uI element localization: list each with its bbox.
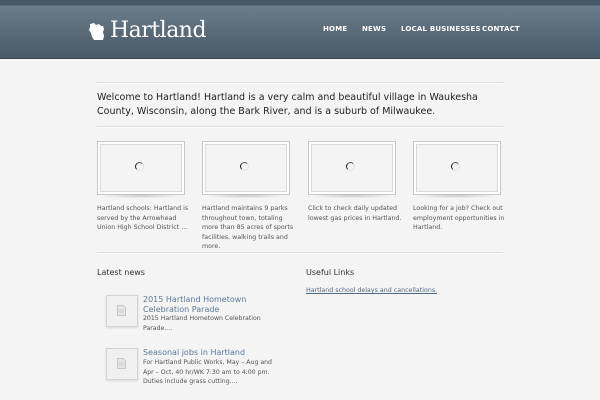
welcome-text: Welcome to Hartland! Hartland is a very … xyxy=(97,92,478,117)
news-excerpt: 2015 Hartland Hometown Celebration Parad… xyxy=(143,315,261,332)
thumbnail-shadow xyxy=(417,194,497,198)
nav-news[interactable]: NEWS xyxy=(362,25,386,33)
news-thumbnail[interactable] xyxy=(106,295,138,327)
thumbnail-shadow xyxy=(101,194,181,198)
useful-link-school-delays[interactable]: Hartland school delays and cancellations… xyxy=(306,287,437,294)
divider xyxy=(97,82,503,84)
feature-thumbnail-jobs[interactable] xyxy=(413,141,501,198)
loading-spinner-icon xyxy=(240,162,249,171)
main-nav: HOME NEWS LOCAL BUSINESSES CONTACT xyxy=(0,25,600,37)
nav-home[interactable]: HOME xyxy=(323,25,347,33)
thumbnail-shadow xyxy=(312,194,392,198)
useful-links-heading: Useful Links xyxy=(306,268,355,277)
feature-caption-gas-prices: Click to check daily updated lowest gas … xyxy=(308,205,402,222)
feature-thumbnail-parks[interactable] xyxy=(202,141,290,198)
news-thumbnail[interactable] xyxy=(106,348,138,380)
news-excerpt: For Hartland Public Works, May – Aug and… xyxy=(143,359,272,385)
document-icon xyxy=(117,305,126,316)
feature-thumbnail-schools[interactable] xyxy=(97,141,185,198)
feature-caption-schools: Hartland schools: Hartland is served by … xyxy=(97,205,189,231)
feature-caption-jobs: Looking for a job? Check out employment … xyxy=(413,205,505,231)
latest-news-heading: Latest news xyxy=(97,268,145,277)
loading-spinner-icon xyxy=(135,162,144,171)
divider xyxy=(97,252,503,254)
feature-thumbnail-gas-prices[interactable] xyxy=(308,141,396,198)
nav-contact[interactable]: CONTACT xyxy=(482,25,520,33)
nav-local-businesses[interactable]: LOCAL BUSINESSES xyxy=(401,25,481,33)
loading-spinner-icon xyxy=(346,162,355,171)
news-title-link[interactable]: Seasonal jobs in Hartland xyxy=(143,348,293,358)
thumbnail-shadow xyxy=(206,194,286,198)
document-icon xyxy=(117,358,126,369)
divider xyxy=(97,126,503,128)
feature-caption-parks: Hartland maintains 9 parks throughout to… xyxy=(202,205,294,250)
loading-spinner-icon xyxy=(451,162,460,171)
site-header: Hartland HOME NEWS LOCAL BUSINESSES CONT… xyxy=(0,0,600,59)
news-title-link[interactable]: 2015 Hartland Hometown Celebration Parad… xyxy=(143,295,293,315)
